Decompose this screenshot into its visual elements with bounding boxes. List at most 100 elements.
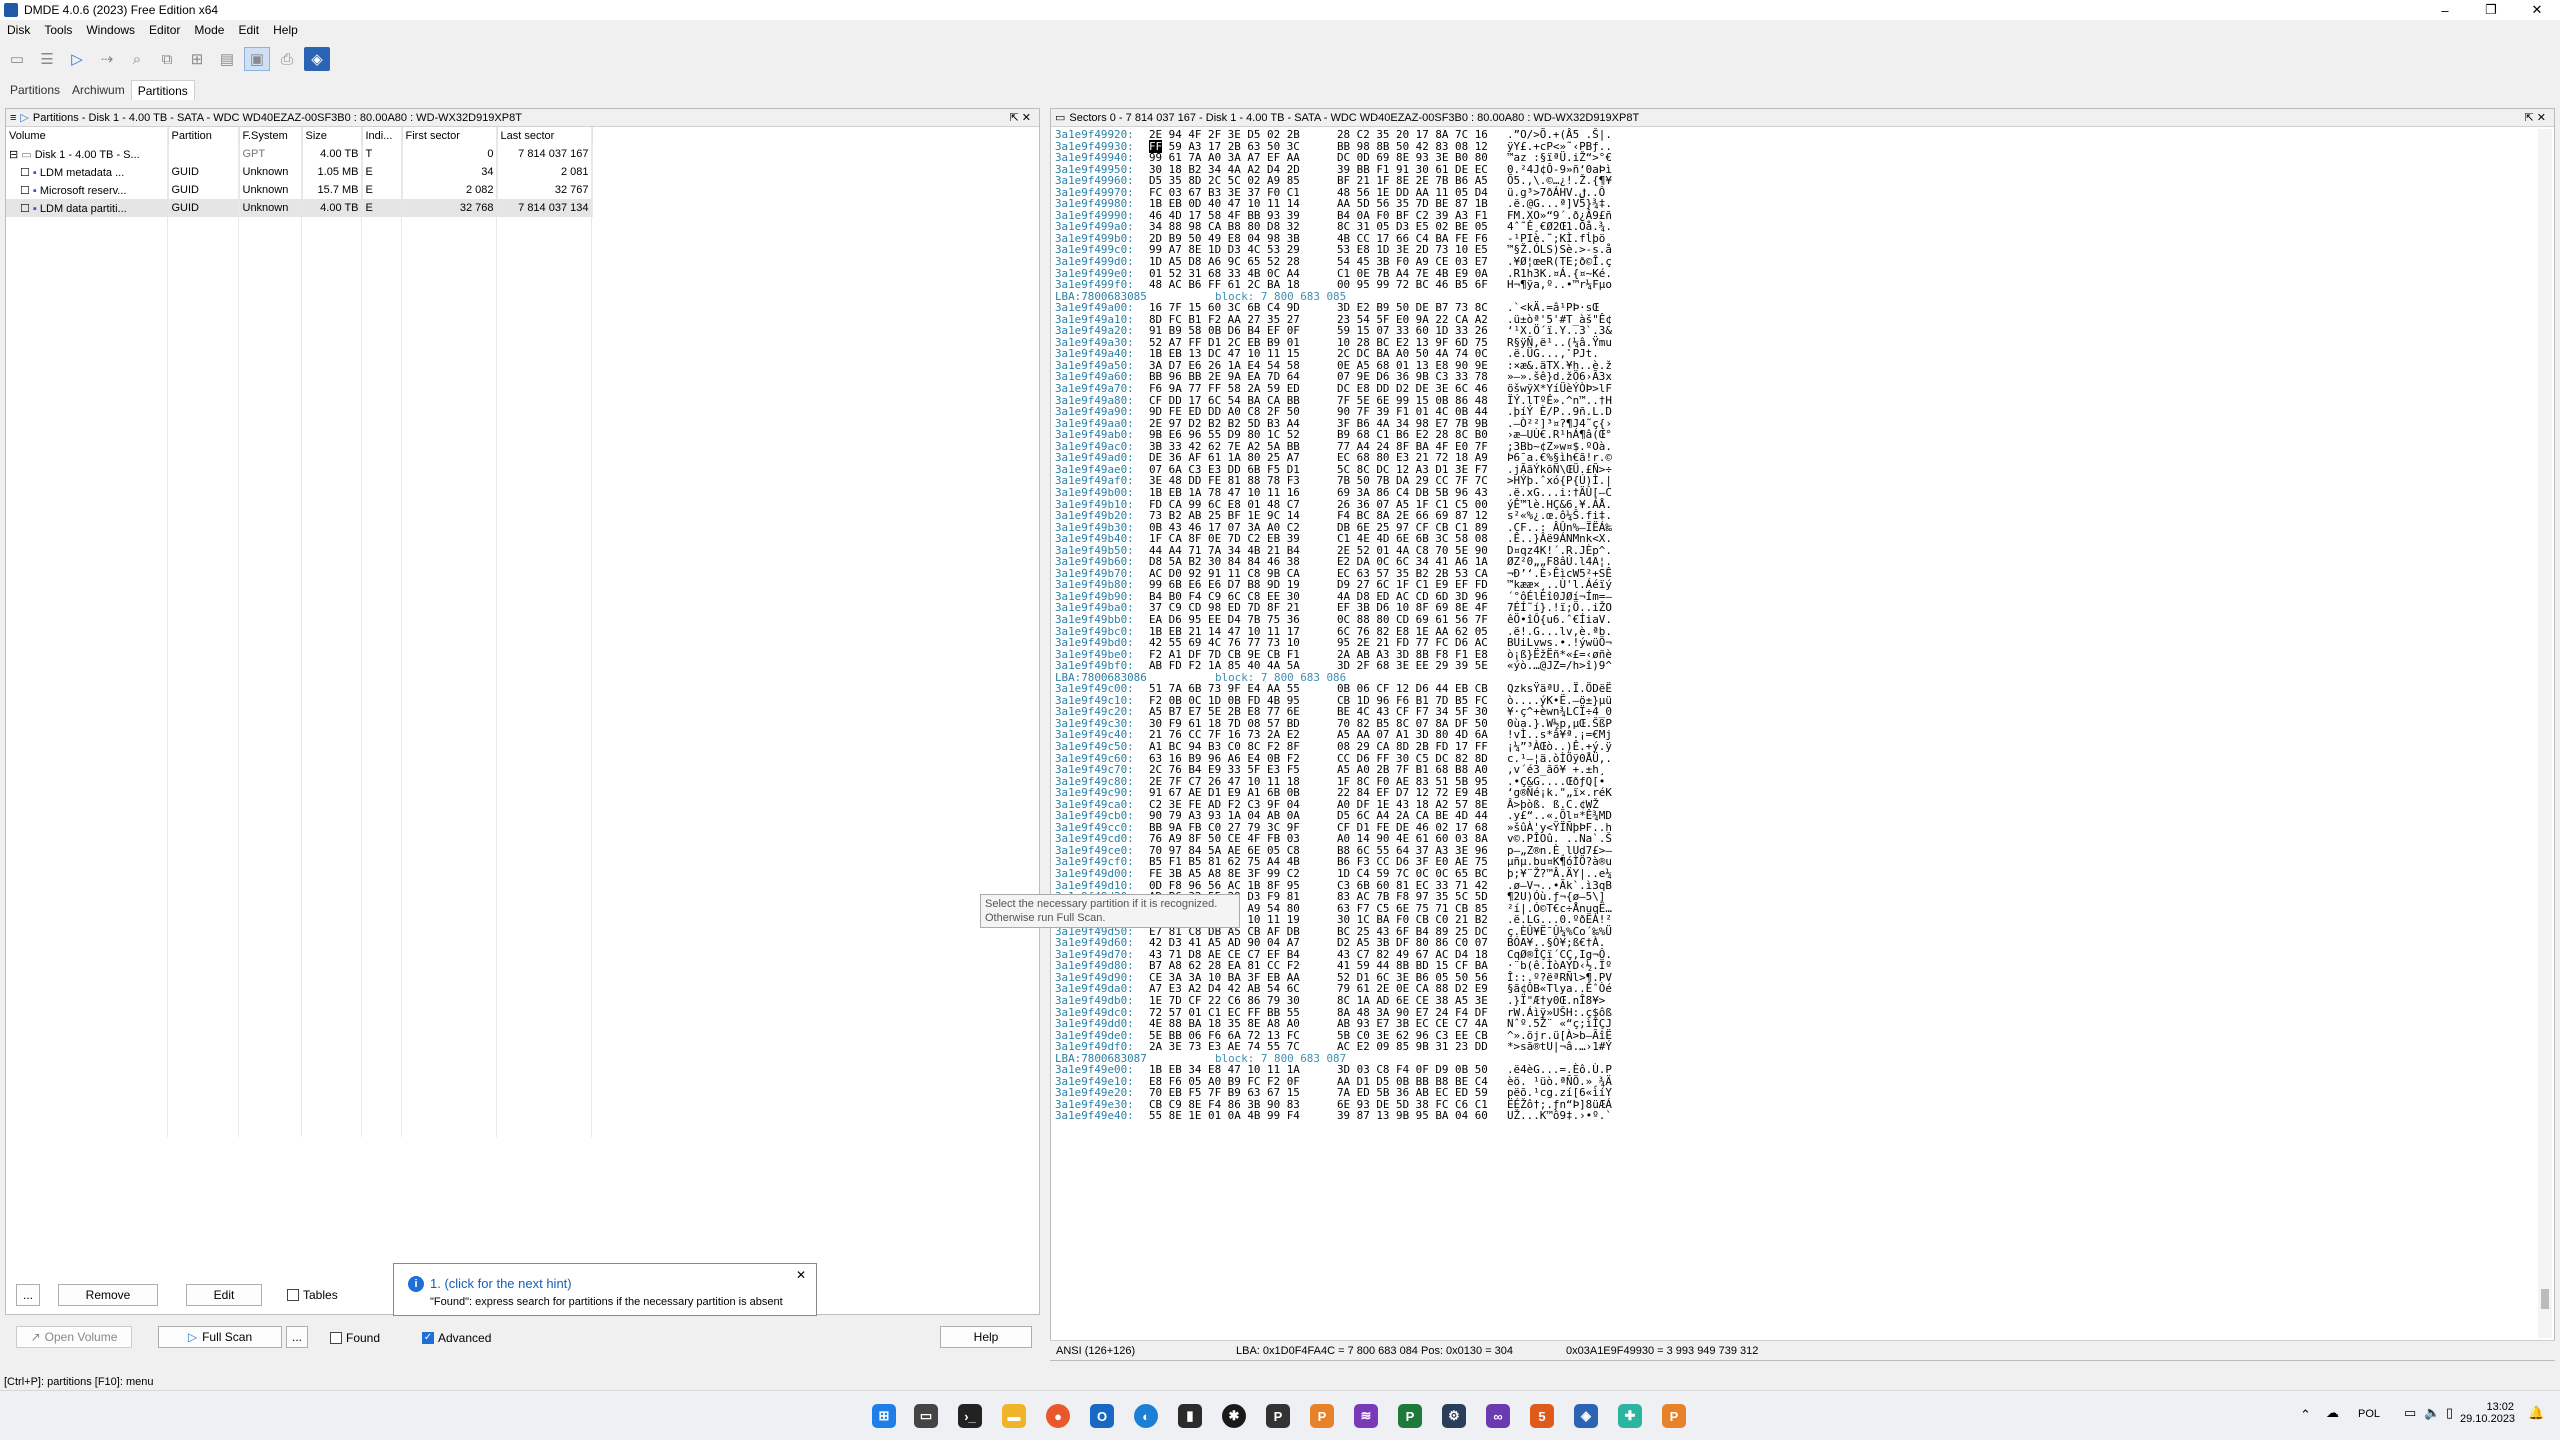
row-fs: Unknown [239,199,303,217]
list-icon[interactable]: ☰ [34,47,60,71]
hint-title[interactable]: 1. (click for the next hint) [430,1276,572,1291]
tab-archiwum[interactable]: Archiwum [66,80,131,100]
full-scan-button[interactable]: ▷ Full Scan [158,1326,282,1348]
pin-icon[interactable]: ⇱ ✕ [2525,111,2547,124]
edit-button[interactable]: Edit [186,1284,262,1306]
hint-balloon[interactable]: i 1. (click for the next hint) "Found": … [393,1263,817,1316]
hex-view[interactable]: 3a1e9f49920: 2E 94 4F 2F 3E D5 02 2B 28 C2… [1055,129,1627,1122]
network-icon[interactable]: ▭ [2404,1405,2416,1421]
dmde-logo-icon[interactable]: ◈ [304,47,330,71]
task-view-icon[interactable]: ▭ [914,1404,938,1428]
copy-icon[interactable]: ⧉ [154,47,180,71]
menu-edit[interactable]: Edit [231,22,266,40]
ida-icon[interactable]: P [1266,1404,1290,1428]
hex-ascii: H¬¶ÿa,º..•™r¼Fµo [1507,278,1612,292]
hex-row: 3a1e9f49c90: 91 67 AE D1 E9 A1 6B 0B 22 84… [1055,787,1627,799]
visual-studio-icon[interactable]: ∞ [1486,1404,1510,1428]
found-checkbox[interactable]: Found [330,1331,380,1345]
scan-options-button[interactable]: ... [286,1326,308,1348]
table-row[interactable]: ☐ ▪ Microsoft reserv... GUID Unknown 15.… [6,181,593,199]
col-size[interactable]: Size [302,127,363,145]
col-filesystem[interactable]: F.System [239,127,303,145]
print-icon[interactable]: ⎙ [274,47,300,71]
star-app-icon[interactable]: ✱ [1222,1404,1246,1428]
browser-icon[interactable]: ◐ [1134,1404,1158,1428]
tab-partitions[interactable]: Partitions [4,80,66,100]
volume-icon[interactable]: 🔈 [2424,1405,2440,1421]
html-app-icon[interactable]: 5 [1530,1404,1554,1428]
start-icon[interactable]: ⊞ [872,1404,896,1428]
menu-disk[interactable]: Disk [0,22,37,40]
checkbox-icon[interactable]: ☐ [20,203,33,215]
search-icon[interactable]: ⌕ [124,47,150,71]
row-first-sector: 2 082 [402,181,498,199]
scrollbar-thumb[interactable] [2541,1289,2549,1309]
vertical-scrollbar[interactable] [2538,129,2552,1338]
minimize-button[interactable]: – [2422,0,2468,20]
table-row[interactable]: ☐ ▪ LDM metadata ... GUID Unknown 1.05 M… [6,163,593,181]
table-row[interactable]: ⊟ ▭ Disk 1 - 4.00 TB - S... GPT 4.00 TB … [6,145,593,163]
layers-app-icon[interactable]: ≋ [1354,1404,1378,1428]
goto-icon[interactable]: ⇢ [94,47,120,71]
menu-windows[interactable]: Windows [79,22,142,40]
language-indicator[interactable]: POL [2358,1408,2380,1420]
advanced-checkbox[interactable]: ✓ Advanced [422,1331,491,1345]
chart-app-icon[interactable]: ▮ [1178,1404,1202,1428]
partitions-view-icon[interactable]: ▣ [244,47,270,71]
notifications-icon[interactable]: 🔔 [2528,1405,2544,1421]
firefox-icon[interactable]: ● [1046,1404,1070,1428]
row-size: 1.05 MB [302,163,363,181]
gear-app-icon[interactable]: ⚙ [1442,1404,1466,1428]
hex-ascii: þ;¥¨Ž?™Â.ÄY|..e¼ [1507,867,1612,880]
hex-address: 3a1e9f49e40: [1055,1109,1134,1123]
help-button[interactable]: Help [940,1326,1032,1348]
disk-icon[interactable]: ▭ [4,47,30,71]
col-indicator[interactable]: Indi... [362,127,403,145]
jetbrains-icon[interactable]: P [1310,1404,1334,1428]
remove-button[interactable]: Remove [58,1284,158,1306]
menu-mode[interactable]: Mode [187,22,231,40]
col-first-sector[interactable]: First sector [402,127,498,145]
hex-address: 3a1e9f49bb0: [1055,612,1134,626]
row-last-sector: 7 814 037 134 [497,199,593,217]
columns-icon[interactable]: ▤ [214,47,240,71]
table-row-selected[interactable]: ☐ ▪ LDM data partiti... GUID Unknown 4.0… [6,199,593,217]
menu-tools[interactable]: Tools [37,22,79,40]
teal-app-icon[interactable]: ✚ [1618,1404,1642,1428]
pdf-app-icon[interactable]: P [1662,1404,1686,1428]
checkbox-icon[interactable]: ☐ [20,167,33,179]
terminal-icon[interactable]: ›_ [958,1404,982,1428]
partition-icon: ▪ [32,166,40,179]
tree-expander-icon[interactable]: ⊟ [9,149,21,161]
hex-address: 3a1e9f49940: [1055,151,1134,165]
close-icon[interactable]: ✕ [796,1268,806,1282]
close-button[interactable]: ✕ [2514,0,2560,20]
tab-partitions-active[interactable]: Partitions [130,80,195,100]
partitions-panel: ≡ ▷ Partitions - Disk 1 - 4.00 TB - SATA… [5,108,1040,1315]
menu-help[interactable]: Help [266,22,305,40]
outlook-icon[interactable]: O [1090,1404,1114,1428]
open-volume-button[interactable]: ↗ Open Volume [16,1326,132,1348]
file-explorer-icon[interactable]: ▬ [1002,1404,1026,1428]
hex-address: 3a1e9f49920: [1055,128,1134,141]
tree-icon[interactable]: ⊞ [184,47,210,71]
col-partition[interactable]: Partition [168,127,240,145]
play-icon[interactable]: ▷ [64,47,90,71]
battery-icon[interactable]: ▯ [2446,1405,2453,1421]
onedrive-icon[interactable]: ☁ [2326,1405,2339,1421]
clock[interactable]: 13:02 29.10.2023 [2460,1401,2515,1425]
menu-editor[interactable]: Editor [142,22,187,40]
menu-lines-icon[interactable]: ≡ [10,112,16,124]
maximize-button[interactable]: ❐ [2468,0,2514,20]
chevron-up-icon[interactable]: ⌃ [2300,1407,2311,1423]
more-options-button[interactable]: ... [16,1284,40,1306]
pycharm-icon[interactable]: P [1398,1404,1422,1428]
hex-bytes-2: 69 3A 86 C4 DB 5B 96 43 [1337,485,1488,499]
tables-checkbox[interactable]: Tables [287,1288,338,1302]
checkbox-icon[interactable]: ☐ [20,185,33,197]
col-volume[interactable]: Volume [6,127,169,145]
dmde-taskbar-icon[interactable]: ◈ [1574,1404,1598,1428]
col-last-sector[interactable]: Last sector [497,127,593,145]
encoding-mode[interactable]: ANSI (126+126) [1050,1345,1230,1357]
pin-icon[interactable]: ⇱ ✕ [1010,111,1032,124]
